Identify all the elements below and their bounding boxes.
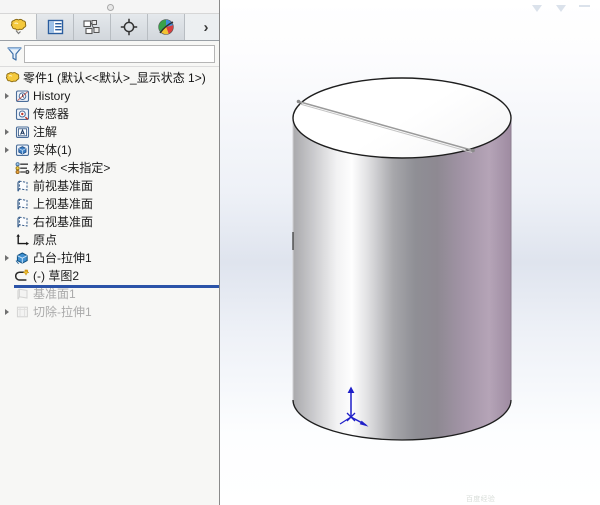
top-circular-face	[292, 77, 512, 159]
tab-feature-manager-design-tree[interactable]	[0, 14, 37, 40]
plane-icon	[13, 179, 31, 193]
tree-node-label: 凸台-拉伸1	[33, 251, 92, 265]
tree-node-label: History	[33, 89, 71, 103]
feature-manager-panel: › 零件1 (默认<<默认>_显示状态 1>) History 传感器注解实体(1)…	[0, 0, 220, 505]
sensors-icon	[13, 107, 31, 121]
display-color-wheel-icon	[158, 19, 174, 35]
feature-tree[interactable]: 零件1 (默认<<默认>_显示状态 1>) History 传感器注解实体(1) 材质…	[0, 67, 219, 505]
panel-collapse-handle[interactable]	[106, 4, 114, 11]
tree-node[interactable]: 实体(1)	[0, 141, 219, 159]
filter-bar	[0, 41, 219, 67]
graphics-viewport[interactable]: 百度经验	[220, 0, 600, 505]
property-list-icon	[47, 19, 63, 35]
plane-icon	[13, 215, 31, 229]
tree-node[interactable]: 上视基准面	[0, 195, 219, 213]
plane-gray-icon	[13, 287, 31, 301]
tree-node[interactable]: 凸台-拉伸1	[0, 249, 219, 267]
history-icon	[13, 89, 31, 103]
tree-node[interactable]: (-) 草图2	[0, 267, 219, 285]
tree-node[interactable]: History	[0, 87, 219, 105]
tree-node-label: 前视基准面	[33, 179, 94, 193]
tree-node-label: 上视基准面	[33, 197, 94, 211]
tree-node-label: 材质 <未指定>	[33, 161, 111, 175]
watermark-text: 百度经验	[466, 496, 496, 503]
expand-arrow-icon[interactable]	[0, 309, 13, 315]
sketch-endpoint-end	[471, 148, 475, 153]
cylinder-model[interactable]	[220, 0, 600, 505]
tab-configuration-manager[interactable]	[74, 14, 111, 40]
tree-node[interactable]: 传感器	[0, 105, 219, 123]
sketch-icon	[13, 269, 31, 283]
solidworks-window: › 零件1 (默认<<默认>_显示状态 1>) History 传感器注解实体(1)…	[0, 0, 600, 505]
tree-node-label: 切除-拉伸1	[33, 305, 92, 319]
filter-funnel-icon[interactable]	[4, 46, 24, 62]
tree-node-label: 注解	[33, 125, 58, 139]
material-icon	[13, 161, 31, 175]
tab-overflow-button[interactable]: ›	[193, 14, 219, 40]
filter-input[interactable]	[24, 44, 215, 63]
tree-root-node[interactable]: 零件1 (默认<<默认>_显示状态 1>)	[0, 69, 219, 87]
part-icon	[3, 71, 21, 85]
tree-node-label: 原点	[33, 233, 58, 247]
tree-node[interactable]: 右视基准面	[0, 213, 219, 231]
sketch-endpoint-start	[296, 99, 301, 104]
expand-arrow-icon[interactable]	[0, 147, 13, 153]
tree-node[interactable]: 材质 <未指定>	[0, 159, 219, 177]
boss-extrude-icon	[13, 251, 31, 265]
tab-display-manager[interactable]	[148, 14, 185, 40]
expand-arrow-icon[interactable]	[0, 93, 13, 99]
tree-node-label: 右视基准面	[33, 215, 94, 229]
tree-node[interactable]: 注解	[0, 123, 219, 141]
panel-grab-strip[interactable]	[0, 0, 219, 14]
manager-tab-bar: ›	[0, 14, 219, 41]
expand-arrow-icon[interactable]	[0, 129, 13, 135]
tree-node-label: (-) 草图2	[33, 269, 79, 283]
expand-arrow-icon[interactable]	[0, 255, 13, 261]
feature-tree-icon	[10, 18, 26, 35]
tree-node-label: 零件1 (默认<<默认>_显示状态 1>)	[23, 71, 206, 85]
solid-bodies-icon	[13, 143, 31, 157]
annotations-icon	[13, 125, 31, 139]
cylinder-lateral-face	[293, 118, 511, 440]
tree-node-label: 传感器	[33, 107, 70, 121]
tree-node-label: 实体(1)	[33, 143, 72, 157]
tree-node[interactable]: 原点	[0, 231, 219, 249]
cut-extrude-icon	[13, 305, 31, 319]
tab-property-manager[interactable]	[37, 14, 74, 40]
rollback-bar[interactable]	[14, 285, 219, 288]
origin-icon	[13, 233, 31, 247]
plane-icon	[13, 197, 31, 211]
dimxpert-crosshair-icon	[120, 18, 138, 36]
tab-dimxpert-manager[interactable]	[111, 14, 148, 40]
configuration-icon	[83, 20, 100, 35]
tree-node[interactable]: 前视基准面	[0, 177, 219, 195]
tree-node[interactable]: 切除-拉伸1	[0, 303, 219, 321]
